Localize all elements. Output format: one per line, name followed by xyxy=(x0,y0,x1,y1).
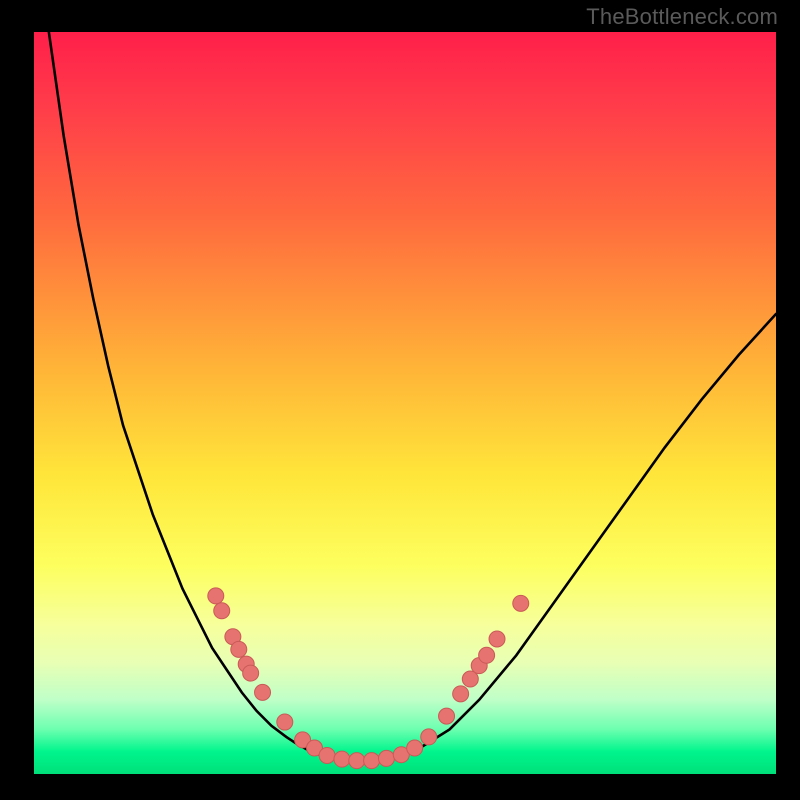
curve-marker xyxy=(208,588,224,604)
curve-marker xyxy=(214,603,230,619)
curve-marker xyxy=(255,684,271,700)
curve-marker xyxy=(364,753,380,769)
curve-marker xyxy=(378,750,394,766)
curve-marker xyxy=(231,641,247,657)
curve-marker xyxy=(489,631,505,647)
curve-marker xyxy=(513,595,529,611)
curve-marker xyxy=(334,751,350,767)
curve-marker xyxy=(479,647,495,663)
curve-layer xyxy=(34,32,776,774)
curve-marker xyxy=(319,747,335,763)
curve-marker xyxy=(277,714,293,730)
curve-marker xyxy=(407,740,423,756)
curve-marker xyxy=(453,686,469,702)
curve-markers xyxy=(208,588,529,769)
watermark-text: TheBottleneck.com xyxy=(586,4,778,30)
curve-marker xyxy=(243,665,259,681)
curve-marker xyxy=(421,729,437,745)
curve-marker xyxy=(349,753,365,769)
chart-frame: TheBottleneck.com xyxy=(0,0,800,800)
bottleneck-curve xyxy=(34,32,776,759)
curve-marker xyxy=(439,708,455,724)
plot-area xyxy=(34,32,776,774)
